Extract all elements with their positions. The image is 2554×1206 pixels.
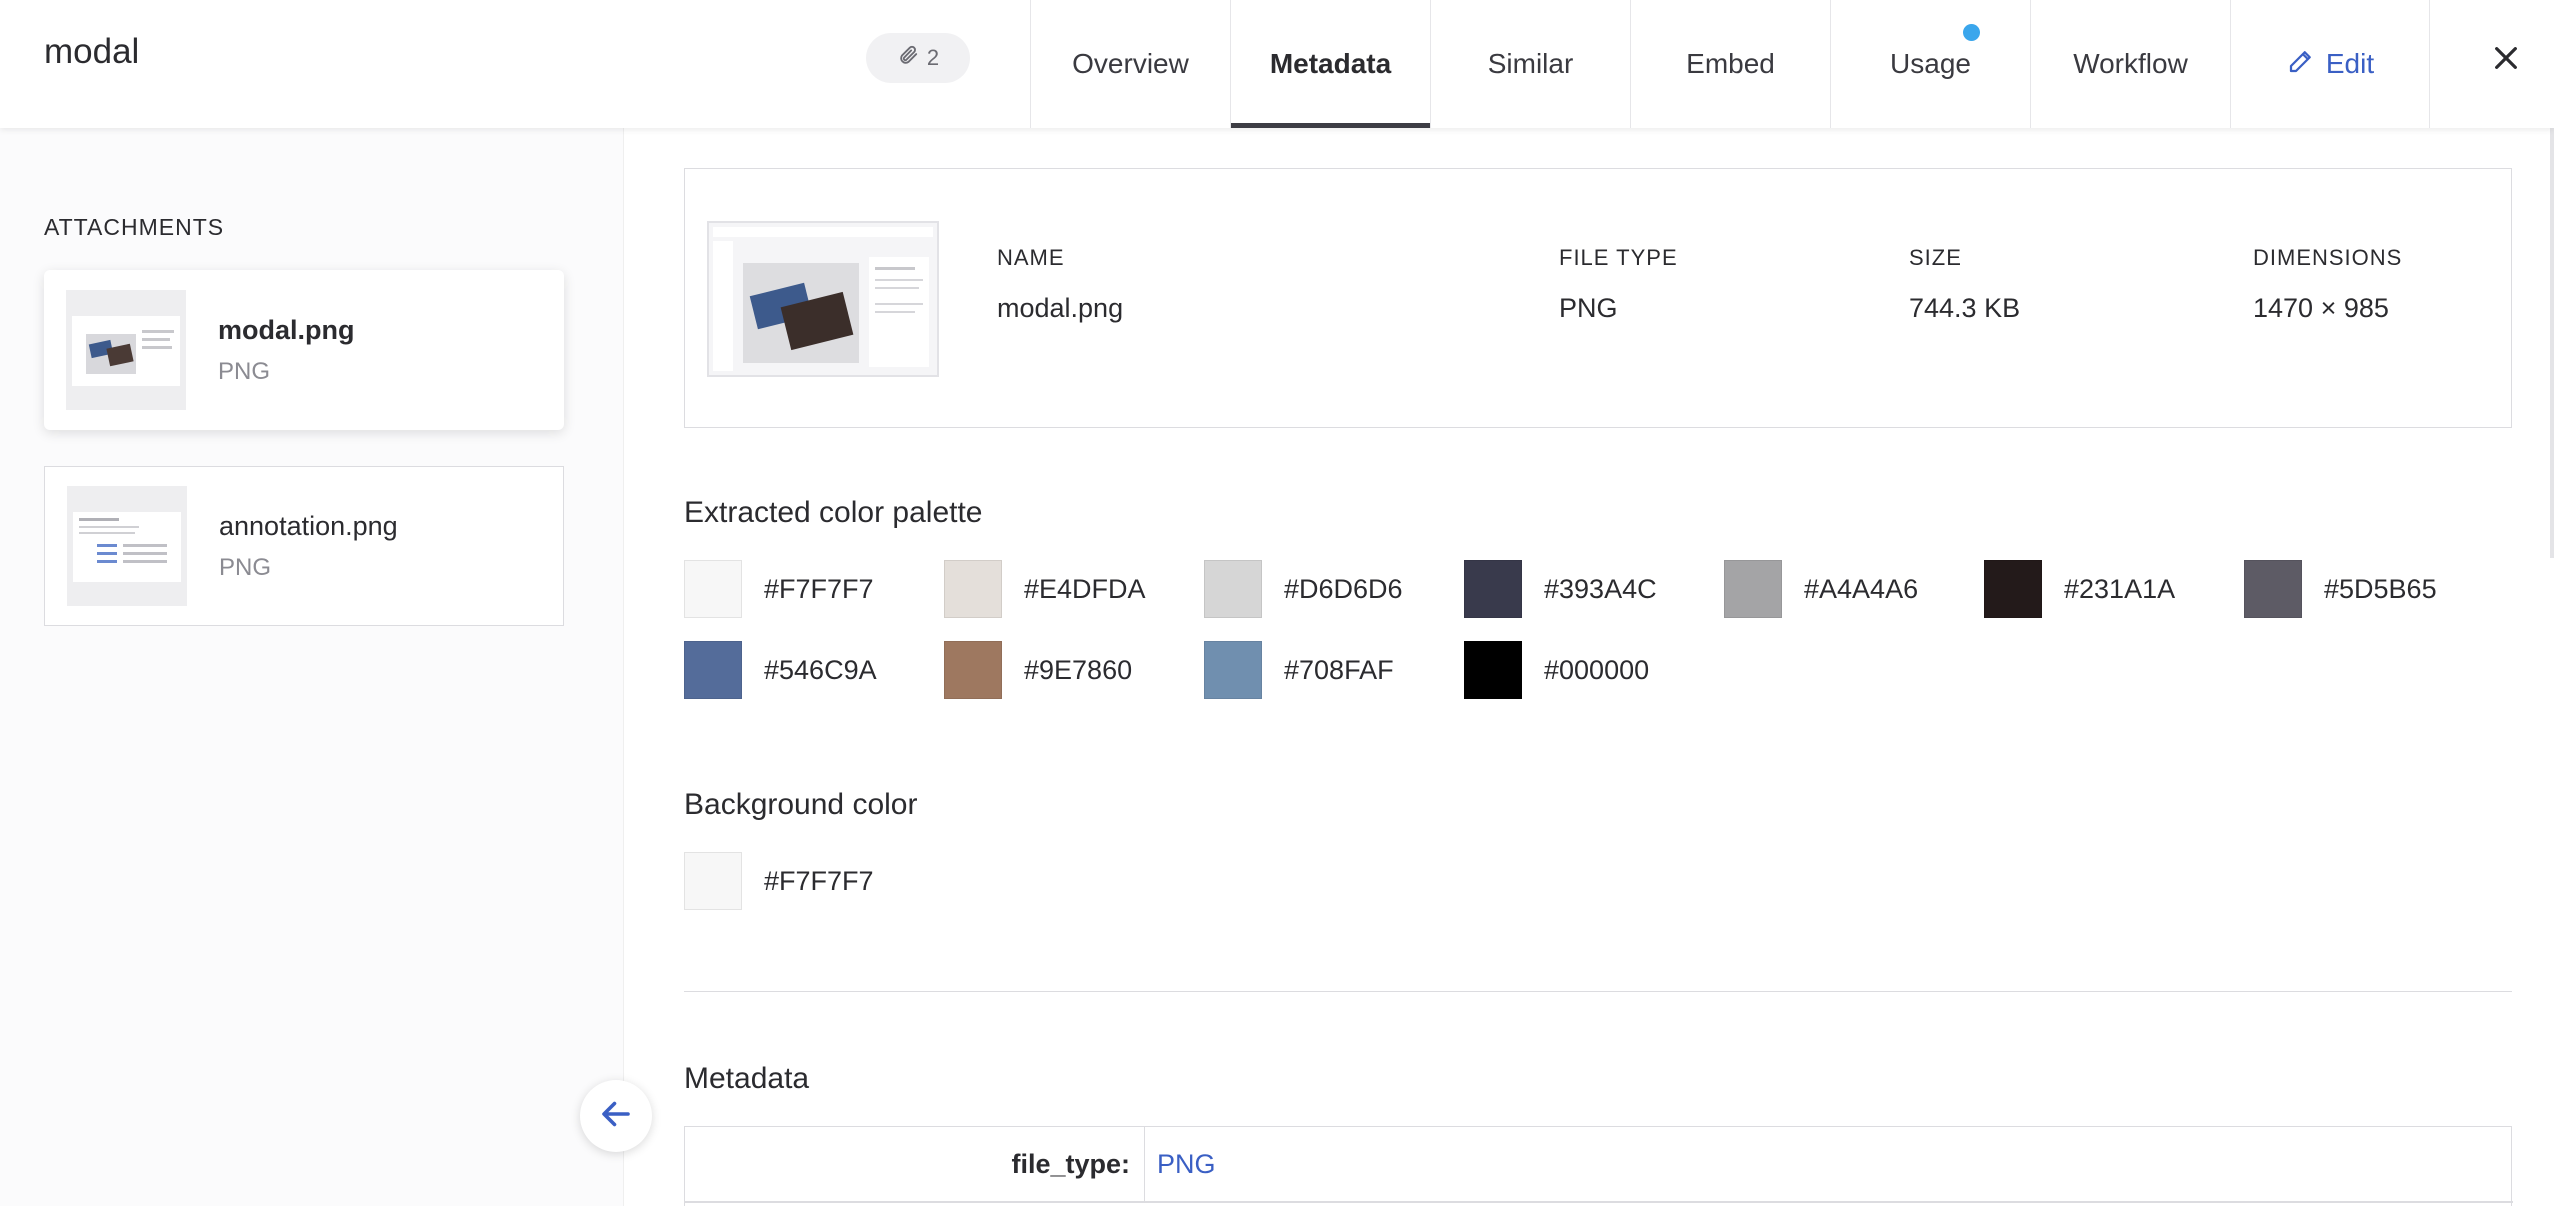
color-swatch: [684, 560, 742, 618]
name-value: modal.png: [997, 293, 1124, 323]
color-swatch: [1204, 641, 1262, 699]
row-divider: [685, 1201, 2513, 1203]
palette-color[interactable]: #393A4C: [1464, 560, 1724, 618]
background-color-title: Background color: [684, 788, 918, 821]
attachment-name: modal.png: [218, 314, 355, 345]
metadata-key: file_type:: [685, 1127, 1145, 1201]
dimensions-label: DIMENSIONS: [2253, 245, 2403, 270]
palette-row: #546C9A #9E7860 #708FAF #000000: [684, 641, 1724, 699]
metadata-value[interactable]: PNG: [1157, 1127, 1216, 1201]
color-swatch: [684, 641, 742, 699]
color-hex: #9E7860: [1024, 654, 1133, 685]
asset-title: modal: [44, 32, 140, 71]
color-hex: #A4A4A6: [1804, 573, 1919, 604]
attachment-type: PNG: [219, 553, 272, 581]
notification-dot: [1963, 24, 1980, 41]
tab-usage[interactable]: Usage: [1830, 0, 2030, 128]
attachment-type: PNG: [218, 357, 271, 385]
top-bar: modal 2 Overview Metadata Similar Embed …: [0, 0, 2554, 128]
tab-bar: Overview Metadata Similar Embed Usage Wo…: [1030, 0, 2430, 128]
color-hex: #393A4C: [1544, 573, 1657, 604]
color-hex: #E4DFDA: [1024, 573, 1146, 604]
file-info-panel: NAME modal.png FILE TYPE PNG SIZE 744.3 …: [684, 168, 2512, 428]
palette-color[interactable]: #F7F7F7: [684, 560, 944, 618]
palette-color[interactable]: #5D5B65: [2244, 560, 2504, 618]
tab-embed[interactable]: Embed: [1630, 0, 1830, 128]
palette-row: #F7F7F7 #E4DFDA #D6D6D6 #393A4C #A4A4A6 …: [684, 560, 2504, 618]
tab-label: Overview: [1072, 48, 1189, 79]
size-column: SIZE 744.3 KB: [1909, 245, 2020, 324]
tab-label: Similar: [1487, 48, 1574, 79]
size-label: SIZE: [1909, 245, 1962, 270]
attachments-heading: ATTACHMENTS: [44, 214, 225, 240]
file-type-label: FILE TYPE: [1559, 245, 1678, 270]
palette-color[interactable]: #E4DFDA: [944, 560, 1204, 618]
edit-label: Edit: [2325, 48, 2375, 79]
attachments-count-button[interactable]: 2: [866, 33, 970, 83]
metadata-table: file_type: PNG: [684, 1126, 2513, 1206]
close-icon: [2490, 42, 2522, 79]
palette-color[interactable]: #D6D6D6: [1204, 560, 1464, 618]
tab-metadata[interactable]: Metadata: [1230, 0, 1430, 128]
color-hex: #000000: [1544, 654, 1650, 685]
color-hex: #546C9A: [764, 654, 877, 685]
tab-workflow[interactable]: Workflow: [2030, 0, 2230, 128]
color-hex: #708FAF: [1284, 654, 1394, 685]
palette-color[interactable]: #000000: [1464, 641, 1724, 699]
tab-label: Usage: [1890, 48, 1971, 79]
collapse-sidebar-button[interactable]: [580, 1080, 652, 1152]
close-button[interactable]: [2486, 40, 2526, 80]
attachments-count: 2: [926, 45, 940, 70]
attachment-item-annotation[interactable]: annotation.png PNG: [44, 466, 564, 626]
color-hex: #F7F7F7: [764, 573, 874, 604]
size-value: 744.3 KB: [1909, 293, 2021, 323]
dimensions-value: 1470 × 985: [2253, 293, 2389, 323]
attachment-item-modal[interactable]: modal.png PNG: [44, 270, 564, 430]
color-swatch: [1984, 560, 2042, 618]
palette-color[interactable]: #A4A4A6: [1724, 560, 1984, 618]
tab-label: Workflow: [2073, 48, 2188, 79]
color-swatch: [944, 560, 1002, 618]
color-swatch: [944, 641, 1002, 699]
arrow-left-icon: [598, 1096, 634, 1137]
attachment-thumbnail: [66, 290, 186, 410]
color-swatch: [2244, 560, 2302, 618]
attachment-name: annotation.png: [219, 510, 398, 541]
tab-label: Embed: [1686, 48, 1775, 79]
color-hex: #F7F7F7: [764, 865, 874, 896]
color-hex: #231A1A: [2064, 573, 2176, 604]
background-color-row: #F7F7F7: [684, 852, 944, 910]
color-hex: #5D5B65: [2324, 573, 2437, 604]
color-swatch: [1464, 560, 1522, 618]
scrollbar[interactable]: [2550, 128, 2554, 558]
color-swatch: [1464, 641, 1522, 699]
section-divider: [684, 991, 2512, 992]
palette-color[interactable]: #546C9A: [684, 641, 944, 699]
file-preview-thumbnail: [707, 221, 939, 377]
color-swatch: [684, 852, 742, 910]
name-label: NAME: [997, 245, 1065, 270]
color-swatch: [1724, 560, 1782, 618]
palette-color[interactable]: #9E7860: [944, 641, 1204, 699]
attachments-sidebar: ATTACHMENTS modal.png PNG annotation.png…: [0, 128, 624, 1206]
paperclip-icon: [897, 44, 919, 72]
color-swatch: [1204, 560, 1262, 618]
dimensions-column: DIMENSIONS 1470 × 985: [2253, 245, 2402, 324]
edit-button[interactable]: Edit: [2230, 0, 2430, 128]
tab-similar[interactable]: Similar: [1430, 0, 1630, 128]
file-type-value: PNG: [1559, 293, 1618, 323]
attachment-thumbnail: [67, 486, 187, 606]
file-type-column: FILE TYPE PNG: [1559, 245, 1678, 324]
name-column: NAME modal.png: [997, 245, 1123, 324]
color-hex: #D6D6D6: [1284, 573, 1403, 604]
palette-title: Extracted color palette: [684, 496, 983, 529]
pencil-icon: [2286, 46, 2316, 83]
tab-label: Metadata: [1269, 48, 1392, 79]
metadata-title: Metadata: [684, 1062, 810, 1095]
palette-color[interactable]: #231A1A: [1984, 560, 2244, 618]
tab-overview[interactable]: Overview: [1030, 0, 1230, 128]
background-color[interactable]: #F7F7F7: [684, 852, 944, 910]
palette-color[interactable]: #708FAF: [1204, 641, 1464, 699]
